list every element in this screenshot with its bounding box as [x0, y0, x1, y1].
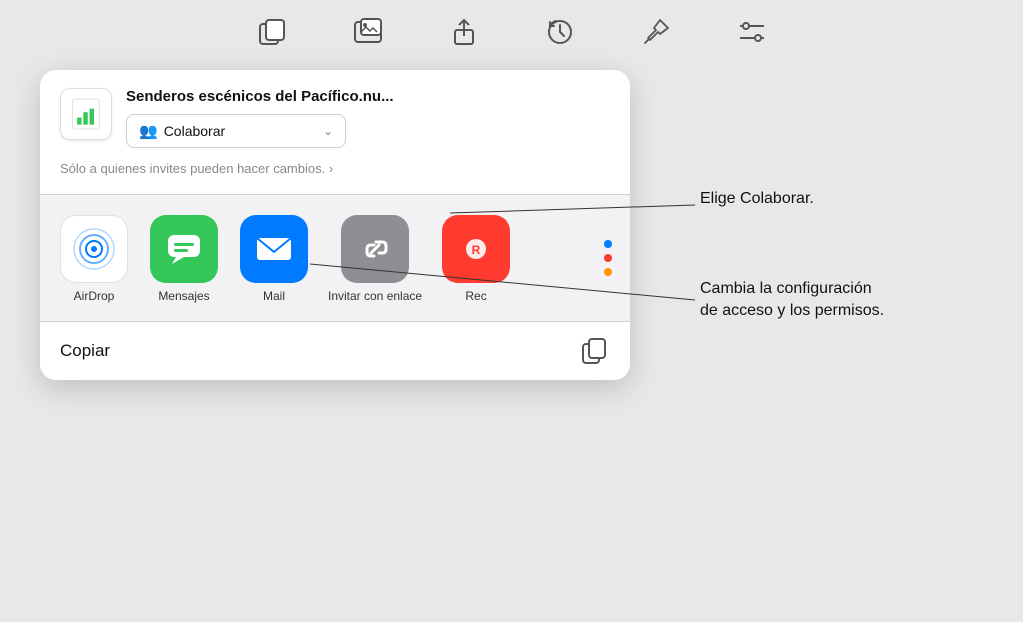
- share-icons-row: AirDrop Mensajes: [58, 215, 612, 305]
- share-options: AirDrop Mensajes: [40, 195, 630, 322]
- pin-toolbar-icon[interactable]: [638, 14, 674, 50]
- share-item-airdrop[interactable]: AirDrop: [58, 215, 130, 305]
- dot-2: [604, 254, 612, 262]
- share-item-invite[interactable]: Invitar con enlace: [328, 215, 422, 305]
- annotation-2: Cambia la configuraciónde acceso y los p…: [700, 278, 884, 323]
- messages-icon: [150, 215, 218, 283]
- copy-toolbar-icon[interactable]: [254, 14, 290, 50]
- airdrop-label: AirDrop: [74, 289, 115, 305]
- doc-header: Senderos escénicos del Pacífico.nu... 👥 …: [60, 88, 610, 148]
- history-toolbar-icon[interactable]: [542, 14, 578, 50]
- rec-label: Rec: [465, 289, 486, 305]
- media-toolbar-icon[interactable]: [350, 14, 386, 50]
- svg-text:R: R: [472, 243, 481, 257]
- doc-icon: [60, 88, 112, 140]
- mail-icon: [240, 215, 308, 283]
- scroll-dots: [604, 240, 612, 276]
- share-item-rec[interactable]: R Rec: [440, 215, 512, 305]
- airdrop-icon: [60, 215, 128, 283]
- permissions-arrow: ›: [329, 161, 333, 176]
- copy-icon: [580, 336, 610, 366]
- chevron-down-icon: ⌄: [323, 124, 333, 138]
- invite-label: Invitar con enlace: [328, 289, 422, 305]
- doc-section: Senderos escénicos del Pacífico.nu... 👥 …: [40, 70, 630, 195]
- rec-icon: R: [442, 215, 510, 283]
- toolbar: [0, 0, 1023, 60]
- dot-1: [604, 240, 612, 248]
- invite-icon: [341, 215, 409, 283]
- collaborate-icon: 👥: [139, 122, 158, 140]
- doc-title: Senderos escénicos del Pacífico.nu...: [126, 88, 610, 106]
- share-panel: Senderos escénicos del Pacífico.nu... 👥 …: [40, 70, 630, 380]
- share-toolbar-icon[interactable]: [446, 14, 482, 50]
- copy-label: Copiar: [60, 341, 110, 361]
- collaborate-label: Colaborar: [164, 123, 225, 139]
- mail-label: Mail: [263, 289, 285, 305]
- messages-label: Mensajes: [158, 289, 209, 305]
- collaborate-button[interactable]: 👥 Colaborar ⌄: [126, 114, 346, 148]
- filter-toolbar-icon[interactable]: [734, 14, 770, 50]
- permissions-text[interactable]: Sólo a quienes invites pueden hacer camb…: [60, 160, 610, 178]
- copy-section[interactable]: Copiar: [40, 322, 630, 380]
- share-item-mail[interactable]: Mail: [238, 215, 310, 305]
- dot-3: [604, 268, 612, 276]
- doc-info: Senderos escénicos del Pacífico.nu... 👥 …: [126, 88, 610, 148]
- annotation-1: Elige Colaborar.: [700, 188, 814, 210]
- share-item-messages[interactable]: Mensajes: [148, 215, 220, 305]
